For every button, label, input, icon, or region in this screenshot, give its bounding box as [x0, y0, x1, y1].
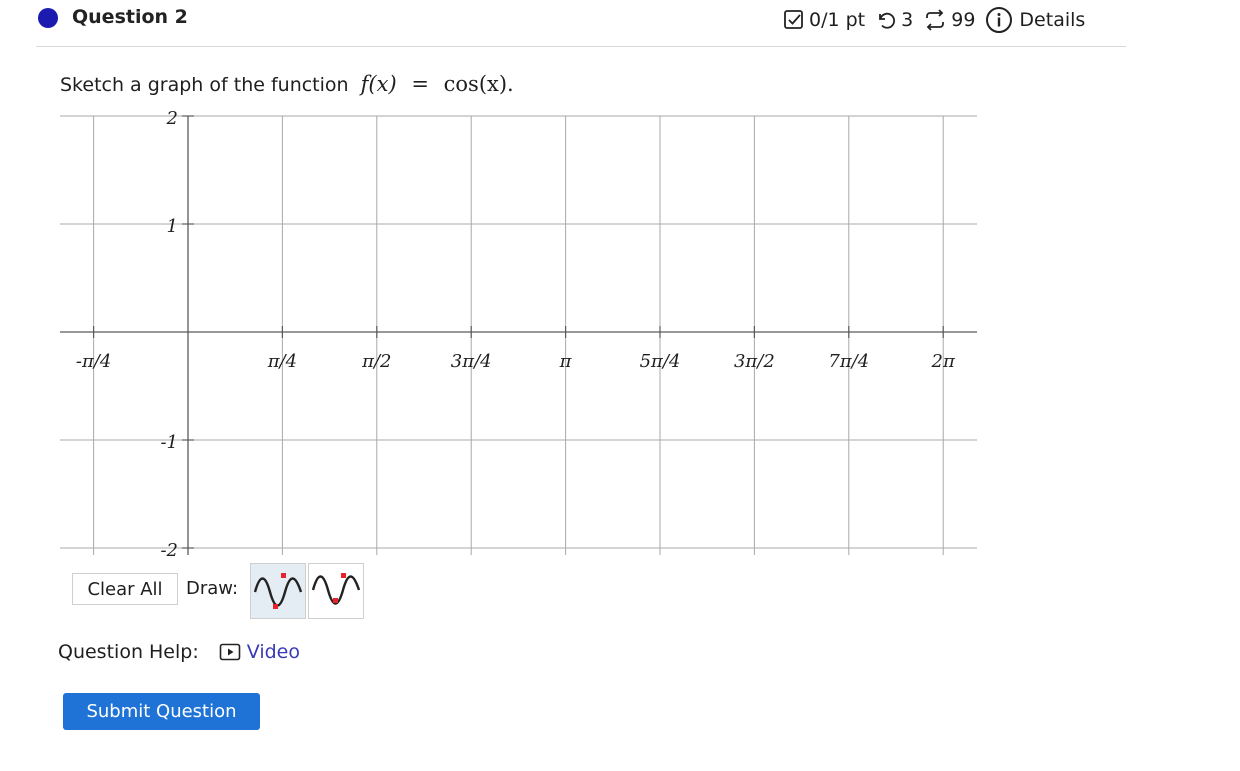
x-tick-label: 5π/4: [640, 351, 681, 372]
sine-wave-alt-icon: [311, 573, 361, 605]
x-tick-label: -π/4: [76, 351, 111, 372]
submit-question-button[interactable]: Submit Question: [63, 693, 260, 730]
sine-tool-button[interactable]: [250, 563, 306, 619]
x-tick-label: 3π/4: [451, 351, 492, 372]
clear-all-button[interactable]: Clear All: [72, 573, 178, 605]
x-tick-label: 7π/4: [828, 351, 869, 372]
draw-label: Draw:: [186, 578, 239, 599]
sine-tool-alt-button[interactable]: [308, 563, 364, 619]
x-tick-label: 2π: [931, 351, 956, 372]
y-tick-label: -2: [160, 540, 178, 561]
y-tick-label: 1: [167, 216, 178, 237]
video-icon[interactable]: [219, 643, 241, 661]
help-label: Question Help:: [58, 641, 199, 663]
y-tick-label: -1: [160, 432, 178, 453]
x-tick-label: π/2: [361, 351, 391, 372]
question-help: Question Help: Video: [58, 641, 300, 663]
x-tick-label: 3π/2: [734, 351, 775, 372]
x-tick-label: π/4: [267, 351, 297, 372]
sine-wave-icon: [253, 573, 303, 609]
x-tick-label: π: [559, 351, 573, 372]
y-tick-label: 2: [166, 108, 178, 129]
video-link[interactable]: Video: [247, 641, 300, 663]
